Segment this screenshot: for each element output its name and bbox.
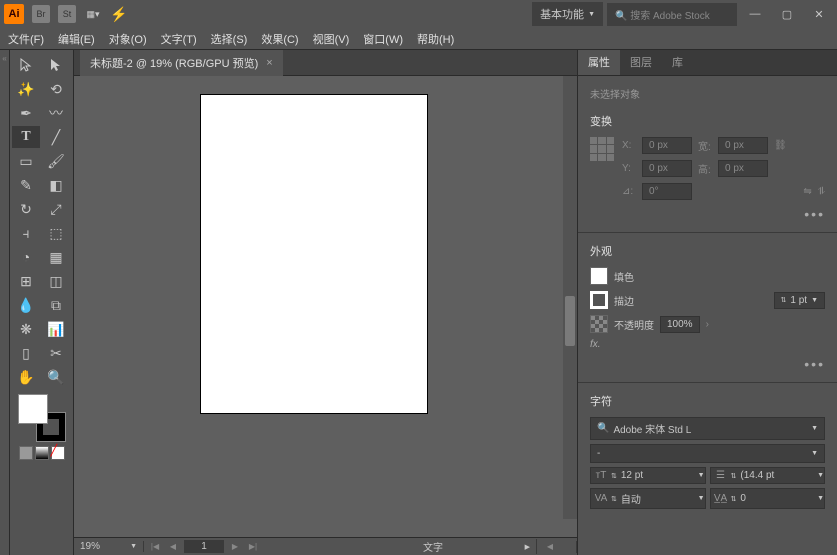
direct-selection-tool[interactable] <box>42 54 70 76</box>
menu-type[interactable]: 文字(T) <box>161 31 197 47</box>
width-tool[interactable]: ⫞ <box>12 222 40 244</box>
transform-w[interactable] <box>718 137 768 154</box>
rectangle-tool[interactable]: ▭ <box>12 150 40 172</box>
menu-window[interactable]: 窗口(W) <box>363 31 403 47</box>
canvas[interactable] <box>74 76 577 537</box>
status-context[interactable]: 文字▶ <box>417 539 537 554</box>
slice-tool[interactable]: ✂ <box>42 342 70 364</box>
menu-effect[interactable]: 效果(C) <box>261 31 298 47</box>
color-mode-solid[interactable] <box>19 446 33 460</box>
no-selection-label: 未选择对象 <box>590 86 825 101</box>
tab-libraries[interactable]: 库 <box>662 50 693 75</box>
transform-x[interactable] <box>642 137 692 154</box>
artboard[interactable] <box>200 94 428 414</box>
minimize-button[interactable]: — <box>741 4 769 24</box>
rotate-tool[interactable]: ↻ <box>12 198 40 220</box>
transform-header: 变换 <box>590 113 825 129</box>
transform-angle[interactable] <box>642 183 692 200</box>
toolbox: ✨ ⟲ ✒ 〰 T ╱ ▭ 🖌 ✎ ◧ ↻ ⤢ ⫞ ⬚ ◔ ▦ <box>10 50 74 555</box>
line-tool[interactable]: ╱ <box>42 126 70 148</box>
transform-more[interactable]: ••• <box>804 206 825 222</box>
free-transform-tool[interactable]: ⬚ <box>42 222 70 244</box>
stroke-swatch[interactable] <box>590 291 608 309</box>
fx-label[interactable]: fx. <box>590 339 601 350</box>
shape-builder-tool[interactable]: ◔ <box>12 246 40 268</box>
kerning[interactable]: VA⇅自动▼ <box>590 488 706 509</box>
vertical-scrollbar[interactable] <box>563 76 577 519</box>
color-mode-none[interactable]: ╱ <box>51 446 65 460</box>
eraser-tool[interactable]: ◧ <box>42 174 70 196</box>
control-strip: « <box>0 50 10 555</box>
app-logo: Ai <box>4 4 24 24</box>
zoom-tool[interactable]: 🔍 <box>42 366 70 388</box>
stroke-weight[interactable]: ⇅1 pt▼ <box>774 292 826 309</box>
menu-select[interactable]: 选择(S) <box>211 31 248 47</box>
opacity-swatch[interactable] <box>590 315 608 333</box>
appearance-more[interactable]: ••• <box>804 356 825 372</box>
symbol-sprayer-tool[interactable]: ❋ <box>12 318 40 340</box>
zoom-level[interactable]: 19%▼ <box>74 541 144 552</box>
character-header: 字符 <box>590 393 825 409</box>
magic-wand-tool[interactable]: ✨ <box>12 78 40 100</box>
lasso-tool[interactable]: ⟲ <box>42 78 70 100</box>
gradient-tool[interactable]: ◫ <box>42 270 70 292</box>
paintbrush-tool[interactable]: 🖌 <box>42 150 70 172</box>
nav-first[interactable]: |◀ <box>148 541 162 553</box>
blend-tool[interactable]: ⧉ <box>42 294 70 316</box>
perspective-tool[interactable]: ▦ <box>42 246 70 268</box>
maximize-button[interactable]: ▢ <box>773 4 801 24</box>
close-button[interactable]: ✕ <box>805 4 833 24</box>
transform-y[interactable] <box>642 160 692 177</box>
mesh-tool[interactable]: ⊞ <box>12 270 40 292</box>
scale-tool[interactable]: ⤢ <box>42 198 70 220</box>
leading[interactable]: ☰⇅(14.4 pt▼ <box>710 467 826 484</box>
nav-next[interactable]: ▶ <box>228 541 242 553</box>
artboard-tool[interactable]: ▯ <box>12 342 40 364</box>
tracking[interactable]: V̲A̲⇅0▼ <box>710 488 826 509</box>
selection-tool[interactable] <box>12 54 40 76</box>
nav-prev[interactable]: ◀ <box>166 541 180 553</box>
workspace-switcher[interactable]: 基本功能▼ <box>532 2 603 26</box>
tab-properties[interactable]: 属性 <box>578 50 620 75</box>
menu-file[interactable]: 文件(F) <box>8 31 44 47</box>
font-style-select[interactable]: -▼ <box>590 444 825 463</box>
page-number[interactable]: 1 <box>184 540 224 553</box>
fill-swatch[interactable] <box>590 267 608 285</box>
menu-view[interactable]: 视图(V) <box>313 31 350 47</box>
color-mode-gradient[interactable] <box>35 446 49 460</box>
font-family-select[interactable]: 🔍Adobe 宋体 Std L▼ <box>590 417 825 440</box>
hand-tool[interactable]: ✋ <box>12 366 40 388</box>
flip-h-icon[interactable]: ⇋ <box>803 186 811 197</box>
menu-bar: 文件(F) 编辑(E) 对象(O) 文字(T) 选择(S) 效果(C) 视图(V… <box>0 28 837 50</box>
document-tab[interactable]: 未标题-2 @ 19% (RGB/GPU 预览) × <box>80 50 283 76</box>
menu-object[interactable]: 对象(O) <box>109 31 147 47</box>
nav-last[interactable]: ▶| <box>246 541 260 553</box>
stock-search[interactable]: 🔍 搜索 Adobe Stock <box>607 3 737 26</box>
shaper-tool[interactable]: ✎ <box>12 174 40 196</box>
pen-tool[interactable]: ✒ <box>12 102 40 124</box>
font-size[interactable]: тT⇅12 pt▼ <box>590 467 706 484</box>
stock-icon[interactable]: St <box>58 5 76 23</box>
arrange-icon[interactable]: ▦▾ <box>84 5 102 23</box>
type-tool[interactable]: T <box>12 126 40 148</box>
menu-edit[interactable]: 编辑(E) <box>58 31 95 47</box>
tab-close-button[interactable]: × <box>266 57 272 69</box>
gpu-icon[interactable]: ⚡ <box>110 6 127 23</box>
menu-help[interactable]: 帮助(H) <box>417 31 454 47</box>
opacity-value[interactable]: 100% <box>660 316 700 333</box>
reference-point-icon[interactable] <box>590 137 614 161</box>
flip-v-icon[interactable]: ⥮ <box>818 186 825 197</box>
graph-tool[interactable]: 📊 <box>42 318 70 340</box>
curvature-tool[interactable]: 〰 <box>42 102 70 124</box>
fill-color[interactable] <box>18 394 48 424</box>
transform-h[interactable] <box>718 160 768 177</box>
bridge-icon[interactable]: Br <box>32 5 50 23</box>
appearance-header: 外观 <box>590 243 825 259</box>
link-icon[interactable]: ⛓ <box>774 140 787 151</box>
eyedropper-tool[interactable]: 💧 <box>12 294 40 316</box>
tab-layers[interactable]: 图层 <box>620 50 662 75</box>
fill-stroke-swatch[interactable] <box>18 394 66 442</box>
